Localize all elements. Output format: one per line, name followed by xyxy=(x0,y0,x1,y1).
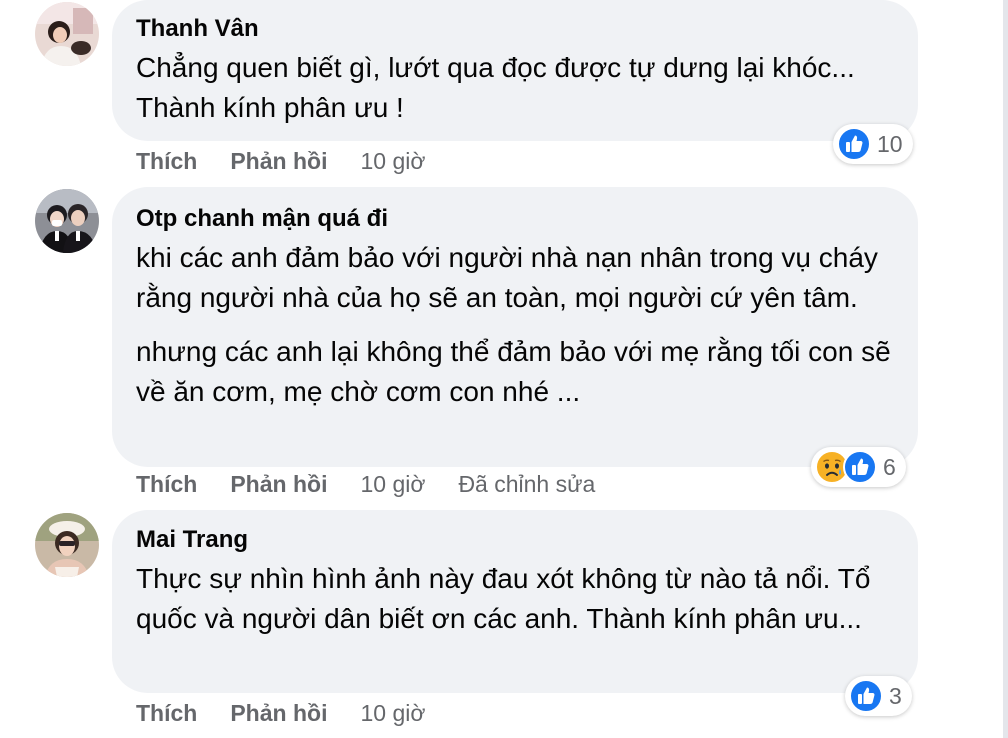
like-button[interactable]: Thích xyxy=(136,700,197,727)
comment-text: khi các anh đảm bảo với người nhà nạn nh… xyxy=(136,242,878,313)
reaction-summary[interactable]: 3 xyxy=(845,676,912,716)
edited-label[interactable]: Đã chỉnh sửa xyxy=(458,471,595,498)
comment-text: Thực sự nhìn hình ảnh này đau xót không … xyxy=(136,563,871,634)
reply-button[interactable]: Phản hồi xyxy=(230,700,327,727)
comment-text: Chẳng quen biết gì, lướt qua đọc được tự… xyxy=(136,52,855,123)
avatar[interactable] xyxy=(35,513,99,577)
comment-author[interactable]: Thanh Vân xyxy=(136,14,894,44)
scrollbar-edge xyxy=(1003,0,1008,738)
comment-author[interactable]: Otp chanh mận quá đi xyxy=(136,204,894,234)
comment-bubble: Otp chanh mận quá đi khi các anh đảm bảo… xyxy=(112,187,918,467)
comment-timestamp[interactable]: 10 giờ xyxy=(360,471,425,498)
reaction-count: 3 xyxy=(889,682,902,709)
avatar[interactable] xyxy=(35,189,99,253)
like-icon xyxy=(843,450,877,484)
avatar[interactable] xyxy=(35,2,99,66)
comment-author[interactable]: Mai Trang xyxy=(136,525,894,555)
comment-timestamp[interactable]: 10 giờ xyxy=(360,148,425,175)
comment-actions: Thích Phản hồi 10 giờ Đã chỉnh sửa xyxy=(136,469,595,499)
reaction-count: 10 xyxy=(877,130,903,157)
like-icon xyxy=(849,679,883,713)
comment-text: nhưng các anh lại không thể đảm bảo với … xyxy=(136,336,891,407)
comment-bubble: Mai Trang Thực sự nhìn hình ảnh này đau … xyxy=(112,510,918,693)
comment-bubble: Thanh Vân Chẳng quen biết gì, lướt qua đ… xyxy=(112,0,918,141)
comment-actions: Thích Phản hồi 10 giờ xyxy=(136,698,458,728)
like-button[interactable]: Thích xyxy=(136,471,197,498)
reaction-summary[interactable]: 6 xyxy=(811,447,906,487)
reaction-summary[interactable]: 10 xyxy=(833,124,913,164)
reply-button[interactable]: Phản hồi xyxy=(230,471,327,498)
reply-button[interactable]: Phản hồi xyxy=(230,148,327,175)
like-icon xyxy=(837,127,871,161)
comment-timestamp[interactable]: 10 giờ xyxy=(360,700,425,727)
like-button[interactable]: Thích xyxy=(136,148,197,175)
reaction-count: 6 xyxy=(883,453,896,480)
comment-actions: Thích Phản hồi 10 giờ xyxy=(136,146,458,176)
